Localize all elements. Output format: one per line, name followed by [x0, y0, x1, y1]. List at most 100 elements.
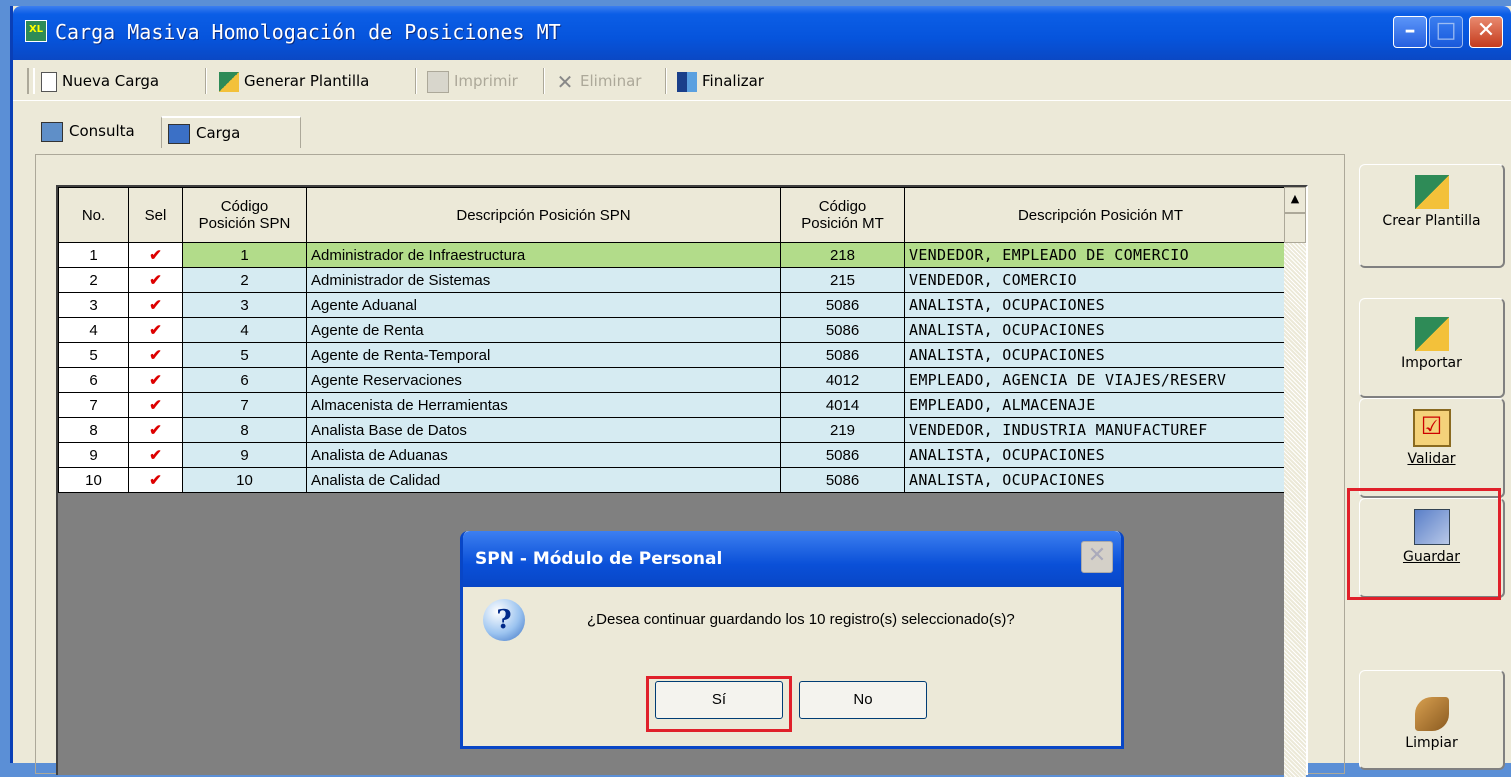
row-select-checkbox[interactable]: ✔ — [128, 242, 183, 268]
row-select-checkbox[interactable]: ✔ — [128, 467, 183, 493]
row-number-cell[interactable]: 10 — [58, 467, 129, 493]
table-row[interactable]: 2 ✔ 2 Administrador de Sistemas 215 VENDEDOR,… — [58, 267, 1297, 293]
table-row[interactable]: 6 ✔ 6 Agente Reservaciones 4012 EMPLEADO, AGE… — [58, 367, 1297, 393]
mt-desc-cell[interactable]: EMPLEADO, ALMACENAJE — [904, 392, 1297, 418]
row-number-cell[interactable]: 1 — [58, 242, 129, 268]
spn-desc-cell[interactable]: Agente de Renta-Temporal — [306, 342, 781, 368]
excel-import-icon — [1414, 317, 1449, 351]
mt-code-cell[interactable]: 5086 — [780, 442, 905, 468]
spn-code-cell[interactable]: 2 — [182, 267, 307, 293]
spn-code-cell[interactable]: 5 — [182, 342, 307, 368]
row-number-cell[interactable]: 7 — [58, 392, 129, 418]
row-select-checkbox[interactable]: ✔ — [128, 292, 183, 318]
title-bar[interactable]: XL Carga Masiva Homologación de Posicion… — [13, 6, 1511, 60]
nueva-carga-button[interactable]: Nueva Carga — [41, 68, 159, 94]
tab-carga[interactable]: Carga — [161, 116, 301, 148]
table-row[interactable]: 9 ✔ 9 Analista de Aduanas 5086 ANALISTA, OCUP… — [58, 442, 1297, 468]
spn-code-cell[interactable]: 7 — [182, 392, 307, 418]
spn-code-cell[interactable]: 1 — [182, 242, 307, 268]
col-header-sel[interactable]: Sel — [128, 187, 183, 243]
table-row[interactable]: 4 ✔ 4 Agente de Renta 5086 ANALISTA, OCUPACIO… — [58, 317, 1297, 343]
finalizar-button[interactable]: Finalizar — [677, 68, 764, 94]
row-number-cell[interactable]: 9 — [58, 442, 129, 468]
spn-code-cell[interactable]: 9 — [182, 442, 307, 468]
crear-plantilla-button[interactable]: Crear Plantilla — [1359, 164, 1505, 268]
limpiar-button[interactable]: Limpiar — [1359, 670, 1505, 770]
scroll-thumb[interactable] — [1284, 213, 1306, 243]
col-header-mt-code[interactable]: Código Posición MT — [780, 187, 905, 243]
scroll-up-icon[interactable]: ▲ — [1284, 187, 1306, 213]
yes-button[interactable]: Sí — [655, 681, 783, 719]
spn-desc-cell[interactable]: Agente Reservaciones — [306, 367, 781, 393]
row-number-cell[interactable]: 3 — [58, 292, 129, 318]
mt-desc-cell[interactable]: EMPLEADO, AGENCIA DE VIAJES/RESERV — [904, 367, 1297, 393]
row-select-checkbox[interactable]: ✔ — [128, 392, 183, 418]
mt-desc-cell[interactable]: VENDEDOR, INDUSTRIA MANUFACTUREF — [904, 417, 1297, 443]
spn-code-cell[interactable]: 3 — [182, 292, 307, 318]
row-number-cell[interactable]: 2 — [58, 267, 129, 293]
mt-code-cell[interactable]: 5086 — [780, 467, 905, 493]
spn-desc-cell[interactable]: Analista de Calidad — [306, 467, 781, 493]
row-number-cell[interactable]: 8 — [58, 417, 129, 443]
table-row[interactable]: 5 ✔ 5 Agente de Renta-Temporal 5086 ANALISTA,… — [58, 342, 1297, 368]
row-number-cell[interactable]: 6 — [58, 367, 129, 393]
mt-code-cell[interactable]: 5086 — [780, 292, 905, 318]
row-select-checkbox[interactable]: ✔ — [128, 442, 183, 468]
dialog-close-button[interactable]: ✕ — [1081, 541, 1113, 573]
spn-code-cell[interactable]: 10 — [182, 467, 307, 493]
imprimir-button[interactable]: Imprimir — [427, 68, 518, 94]
importar-button[interactable]: Importar — [1359, 298, 1505, 398]
col-header-no[interactable]: No. — [58, 187, 129, 243]
row-select-checkbox[interactable]: ✔ — [128, 267, 183, 293]
close-button[interactable]: ✕ — [1469, 16, 1503, 48]
maximize-button[interactable]: □ — [1429, 16, 1463, 48]
mt-code-cell[interactable]: 5086 — [780, 342, 905, 368]
mt-code-cell[interactable]: 219 — [780, 417, 905, 443]
spn-desc-cell[interactable]: Administrador de Infraestructura — [306, 242, 781, 268]
row-number-cell[interactable]: 4 — [58, 317, 129, 343]
spn-desc-cell[interactable]: Analista de Aduanas — [306, 442, 781, 468]
row-select-checkbox[interactable]: ✔ — [128, 342, 183, 368]
spn-desc-cell[interactable]: Analista Base de Datos — [306, 417, 781, 443]
spn-desc-cell[interactable]: Agente Aduanal — [306, 292, 781, 318]
table-row[interactable]: 3 ✔ 3 Agente Aduanal 5086 ANALISTA, OCUPACION… — [58, 292, 1297, 318]
row-select-checkbox[interactable]: ✔ — [128, 317, 183, 343]
validar-button[interactable]: ☑ Validar — [1359, 398, 1505, 498]
table-row[interactable]: 8 ✔ 8 Analista Base de Datos 219 VENDEDOR, IN… — [58, 417, 1297, 443]
mt-desc-cell[interactable]: VENDEDOR, COMERCIO — [904, 267, 1297, 293]
no-button[interactable]: No — [799, 681, 927, 719]
spn-desc-cell[interactable]: Administrador de Sistemas — [306, 267, 781, 293]
spn-code-cell[interactable]: 6 — [182, 367, 307, 393]
app-icon: XL — [25, 20, 47, 42]
eliminar-button[interactable]: ✕ Eliminar — [555, 68, 642, 94]
guardar-button[interactable]: Guardar — [1359, 498, 1505, 598]
row-number-cell[interactable]: 5 — [58, 342, 129, 368]
mt-desc-cell[interactable]: ANALISTA, OCUPACIONES — [904, 467, 1297, 493]
mt-desc-cell[interactable]: ANALISTA, OCUPACIONES — [904, 317, 1297, 343]
col-header-mt-desc[interactable]: Descripción Posición MT — [904, 187, 1297, 243]
mt-desc-cell[interactable]: ANALISTA, OCUPACIONES — [904, 342, 1297, 368]
row-select-checkbox[interactable]: ✔ — [128, 367, 183, 393]
toolbar: Nueva Carga Generar Plantilla Imprimir ✕… — [13, 60, 1511, 101]
row-select-checkbox[interactable]: ✔ — [128, 417, 183, 443]
minimize-button[interactable]: – — [1393, 16, 1427, 48]
spn-code-cell[interactable]: 4 — [182, 317, 307, 343]
mt-code-cell[interactable]: 5086 — [780, 317, 905, 343]
mt-code-cell[interactable]: 4014 — [780, 392, 905, 418]
table-row[interactable]: 7 ✔ 7 Almacenista de Herramientas 4014 EMPLEA… — [58, 392, 1297, 418]
mt-desc-cell[interactable]: ANALISTA, OCUPACIONES — [904, 442, 1297, 468]
col-header-spn-desc[interactable]: Descripción Posición SPN — [306, 187, 781, 243]
mt-desc-cell[interactable]: ANALISTA, OCUPACIONES — [904, 292, 1297, 318]
mt-code-cell[interactable]: 215 — [780, 267, 905, 293]
vertical-scrollbar[interactable]: ▲ — [1284, 187, 1306, 777]
spn-desc-cell[interactable]: Almacenista de Herramientas — [306, 392, 781, 418]
col-header-spn-code[interactable]: Código Posición SPN — [182, 187, 307, 243]
mt-code-cell[interactable]: 4012 — [780, 367, 905, 393]
spn-code-cell[interactable]: 8 — [182, 417, 307, 443]
table-row[interactable]: 10 ✔ 10 Analista de Calidad 5086 ANALISTA, OC… — [58, 467, 1297, 493]
mt-desc-cell[interactable]: VENDEDOR, EMPLEADO DE COMERCIO — [904, 242, 1297, 268]
mt-code-cell[interactable]: 218 — [780, 242, 905, 268]
generar-plantilla-button[interactable]: Generar Plantilla — [219, 68, 369, 94]
spn-desc-cell[interactable]: Agente de Renta — [306, 317, 781, 343]
table-row[interactable]: 1 ✔ 1 Administrador de Infraestructura 218 VE… — [58, 242, 1297, 268]
